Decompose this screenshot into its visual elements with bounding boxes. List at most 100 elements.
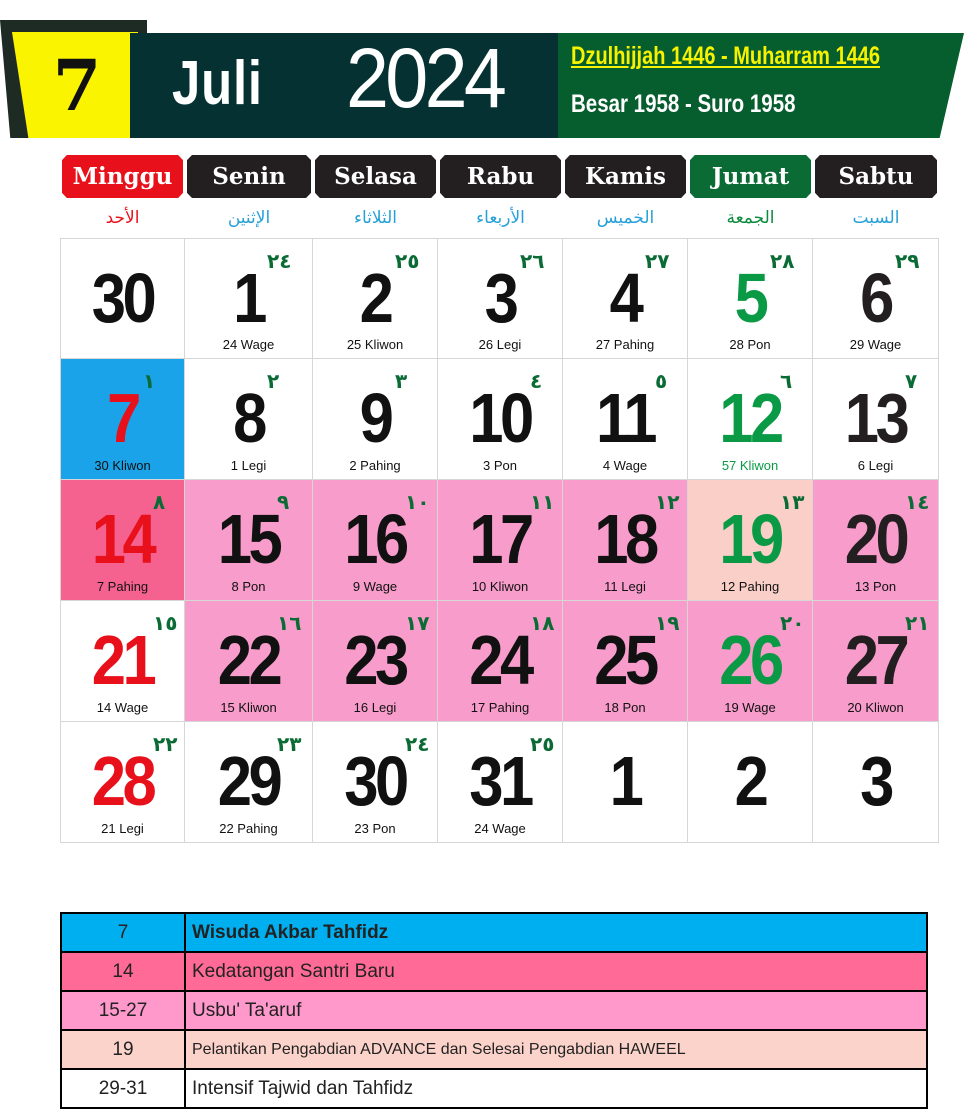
javanese-pasaran-label: 28 Pon — [729, 337, 771, 352]
weekday-label: Jumat — [711, 163, 790, 190]
javanese-pasaran-label: 8 Pon — [231, 579, 266, 594]
javanese-months: Besar 1958 - Suro 1958 — [571, 90, 796, 118]
day-cell[interactable]: 28 ٢٢ 21 Legi — [60, 722, 185, 843]
hijri-day-number: ٢٤ — [405, 732, 430, 756]
day-cell[interactable]: 15 ٩ 8 Pon — [185, 480, 313, 601]
javanese-pasaran-label: 24 Wage — [474, 821, 526, 836]
day-cell[interactable]: 14 ٨ 7 Pahing — [60, 480, 185, 601]
day-cell[interactable]: 10 ٤ 3 Pon — [438, 359, 563, 480]
event-date: 7 — [60, 912, 186, 953]
day-number: 7 — [107, 379, 141, 457]
day-cell[interactable]: 12 ٦ 57 Kliwon — [688, 359, 813, 480]
javanese-pasaran-label: 18 Pon — [604, 700, 646, 715]
hijri-day-number: ٢٦ — [520, 249, 545, 273]
hijri-day-number: ٤ — [530, 369, 543, 393]
day-cell[interactable]: 17 ١١ 10 Kliwon — [438, 480, 563, 601]
day-cell[interactable]: 7 ١ 30 Kliwon — [60, 359, 185, 480]
hijri-day-number: ٢٤ — [267, 249, 292, 273]
weekday-arabic-label: الجمعة — [726, 208, 775, 228]
hijri-day-number: ٢٣ — [277, 732, 302, 756]
event-row: 7 Wisuda Akbar Tahfidz — [60, 912, 928, 953]
day-cell[interactable]: 21 ١٥ 14 Wage — [60, 601, 185, 722]
weekday-minggu: Minggu — [62, 155, 183, 198]
day-cell[interactable]: 31 ٢٥ 24 Wage — [438, 722, 563, 843]
hijri-day-number: ١٢ — [655, 490, 680, 514]
javanese-pasaran-label: 24 Wage — [222, 337, 275, 352]
javanese-pasaran-label: 1 Legi — [230, 458, 267, 473]
day-number: 2 — [734, 742, 769, 820]
weekday-arabic-label: الأحد — [105, 208, 140, 228]
javanese-pasaran-label: 25 Kliwon — [346, 337, 404, 352]
day-cell[interactable]: 30 ٢٤ 23 Pon — [313, 722, 438, 843]
day-cell[interactable]: 11 ٥ 4 Wage — [563, 359, 688, 480]
hijri-day-number: ٢٥ — [395, 249, 420, 273]
day-cell[interactable]: 26 ٢٠ 19 Wage — [688, 601, 813, 722]
day-cell[interactable]: 3 — [813, 722, 939, 843]
day-cell[interactable]: 23 ١٧ 16 Legi — [313, 601, 438, 722]
weekday-rabu: Rabu — [440, 155, 561, 198]
day-cell[interactable]: 25 ١٩ 18 Pon — [563, 601, 688, 722]
hijri-day-number: ٢٠ — [780, 611, 805, 635]
hijri-day-number: ٢١ — [905, 611, 930, 635]
day-cell[interactable]: 16 ١٠ 9 Wage — [313, 480, 438, 601]
event-date: 15-27 — [60, 990, 186, 1031]
event-date: 19 — [60, 1029, 186, 1070]
hijri-day-number: ١٤ — [905, 490, 930, 514]
day-cell[interactable]: 9٣ 2 Pahing — [313, 359, 438, 480]
weekday-label: Rabu — [466, 163, 535, 190]
javanese-pasaran-label: 27 Pahing — [595, 337, 655, 352]
day-number: 30 — [91, 259, 157, 337]
year: 2024 — [346, 31, 507, 125]
day-cell[interactable]: 27 ٢١ 20 Kliwon — [813, 601, 939, 722]
hijri-day-number: ٨ — [153, 490, 166, 514]
day-cell[interactable]: 13 ٧ 6 Legi — [813, 359, 939, 480]
event-description: Wisuda Akbar Tahfidz — [184, 912, 928, 953]
event-date: 14 — [60, 951, 186, 992]
weekday-label: Sabtu — [838, 163, 914, 190]
day-number: 8 — [233, 379, 267, 457]
hijri-day-number: ٦ — [780, 369, 793, 393]
event-row: 15-27 Usbu' Ta'aruf — [60, 990, 928, 1031]
day-cell[interactable]: 5 ٢٨ 28 Pon — [688, 238, 813, 359]
javanese-pasaran-label: 14 Wage — [96, 700, 149, 715]
weekday-label: Minggu — [72, 163, 173, 190]
day-cell[interactable]: 3 ٢٦ 26 Legi — [438, 238, 563, 359]
javanese-pasaran-label: 3 Pon — [483, 458, 517, 473]
javanese-pasaran-label: 2 Pahing — [349, 458, 401, 473]
hijri-months: Dzulhijjah 1446 - Muharram 1446 — [571, 42, 881, 70]
hijri-day-number: ١ — [143, 369, 156, 393]
hijri-day-number: ٧ — [905, 369, 918, 393]
weekday-label: Senin — [212, 163, 286, 190]
javanese-pasaran-label: 22 Pahing — [219, 821, 278, 836]
event-legend: 7 Wisuda Akbar Tahfidz 14 Kedatangan Santri… — [60, 912, 928, 1109]
day-cell[interactable]: 20 ١٤ 13 Pon — [813, 480, 939, 601]
day-cell[interactable]: 8٢ 1 Legi — [185, 359, 313, 480]
day-cell[interactable]: 1 ٢٤ 24 Wage — [185, 238, 313, 359]
day-cell[interactable]: 19 ١٣ 12 Pahing — [688, 480, 813, 601]
hijri-day-number: ٣ — [395, 369, 408, 393]
javanese-pasaran-label: 15 Kliwon — [220, 700, 277, 715]
day-cell[interactable]: 6 ٢٩ 29 Wage — [813, 238, 939, 359]
javanese-pasaran-label: 12 Pahing — [720, 579, 780, 594]
javanese-pasaran-label: 6 Legi — [857, 458, 894, 473]
day-cell[interactable]: 29 ٢٣ 22 Pahing — [185, 722, 313, 843]
javanese-pasaran-label: 23 Pon — [354, 821, 396, 836]
day-cell[interactable]: 22 ١٦ 15 Kliwon — [185, 601, 313, 722]
weekday-arabic-label: الخميس — [596, 208, 655, 228]
weekday-senin: Senin — [187, 155, 311, 198]
day-cell[interactable]: 4 ٢٧ 27 Pahing — [563, 238, 688, 359]
hijri-day-number: ١٩ — [655, 611, 680, 635]
javanese-pasaran-label: 19 Wage — [724, 700, 776, 715]
day-cell[interactable]: 2 — [688, 722, 813, 843]
weekday-arabic-label: الأربعاء — [476, 208, 525, 228]
weekday-kamis: Kamis — [565, 155, 686, 198]
event-description: Usbu' Ta'aruf — [184, 990, 928, 1031]
day-number: 3 — [860, 742, 894, 820]
day-cell[interactable]: 1 — [563, 722, 688, 843]
event-description: Intensif Tajwid dan Tahfidz — [184, 1068, 928, 1109]
day-cell[interactable]: 30 — [60, 238, 185, 359]
day-cell[interactable]: 24 ١٨ 17 Pahing — [438, 601, 563, 722]
day-cell[interactable]: 2 ٢٥ 25 Kliwon — [313, 238, 438, 359]
day-cell[interactable]: 18 ١٢ 11 Legi — [563, 480, 688, 601]
javanese-pasaran-label: 4 Wage — [602, 458, 648, 473]
